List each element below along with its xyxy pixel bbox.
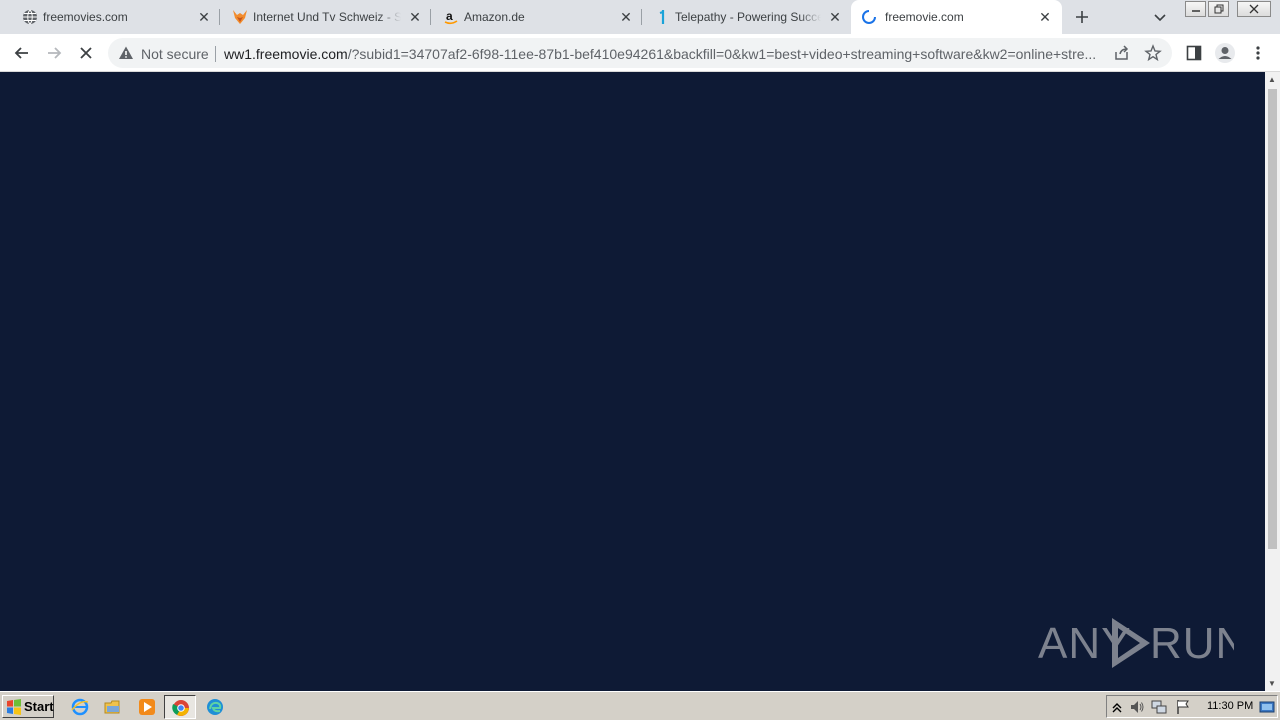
kebab-menu-icon[interactable] <box>1247 42 1269 64</box>
scroll-down-arrow-icon[interactable]: ▼ <box>1268 679 1276 688</box>
tab-title: freemovie.com <box>885 10 964 24</box>
tab-title: Internet Und Tv Schweiz - SlyTrend <box>253 10 401 24</box>
file-explorer-icon[interactable] <box>104 698 122 716</box>
tab-amazon[interactable]: a Amazon.de ✕ <box>421 0 641 34</box>
globe-icon <box>22 9 38 25</box>
media-player-icon[interactable] <box>138 698 156 716</box>
tab-title: Telepathy - Powering Successful <box>675 10 821 24</box>
restore-button[interactable] <box>1208 1 1229 17</box>
url-text[interactable]: ww1.freemovie.com/?subid1=34707af2-6f98-… <box>224 46 1104 62</box>
close-icon[interactable]: ✕ <box>1037 9 1053 25</box>
anyrun-watermark: ANY RUN <box>1038 610 1247 674</box>
omnibox-divider <box>215 46 216 62</box>
side-panel-button[interactable] <box>1183 42 1205 64</box>
windows-taskbar: Start 11:30 PM <box>0 691 1280 720</box>
taskbar-clock[interactable]: 11:30 PM <box>1207 700 1253 712</box>
volume-icon[interactable] <box>1129 699 1145 715</box>
chrome-icon <box>172 699 190 717</box>
browser-toolbar: Not secure ww1.freemovie.com/?subid1=347… <box>0 34 1280 72</box>
tab-search-chevron-icon[interactable] <box>1151 8 1169 26</box>
vertical-scrollbar[interactable]: ▲ ▼ <box>1265 72 1280 691</box>
url-path: /?subid1=34707af2-6f98-11ee-87b1-bef410e… <box>347 46 1097 62</box>
new-tab-button[interactable] <box>1072 7 1092 27</box>
page-content <box>0 72 1265 691</box>
amazon-icon: a <box>443 9 459 25</box>
show-desktop-icon[interactable] <box>1259 699 1275 715</box>
windows-logo-icon <box>6 698 22 715</box>
watermark-text-right: RUN <box>1150 619 1234 668</box>
share-icon[interactable] <box>1113 44 1131 62</box>
svg-text:a: a <box>446 9 453 23</box>
forward-button[interactable] <box>43 42 65 64</box>
address-bar[interactable]: Not secure ww1.freemovie.com/?subid1=347… <box>108 38 1172 68</box>
tab-title: Amazon.de <box>464 10 525 24</box>
action-center-flag-icon[interactable] <box>1175 699 1191 715</box>
url-host: ww1.freemovie.com <box>224 46 348 62</box>
network-icon[interactable] <box>1151 699 1167 715</box>
loading-spinner-icon <box>861 9 877 25</box>
edge-icon[interactable] <box>206 698 224 716</box>
tab-strip: freemovies.com ✕ Internet Und Tv Schweiz… <box>0 0 1280 34</box>
fox-icon <box>232 9 248 25</box>
start-label: Start <box>24 699 54 714</box>
minimize-button[interactable] <box>1185 1 1206 17</box>
security-status-label[interactable]: Not secure <box>141 46 209 62</box>
tab-telepathy[interactable]: Telepathy - Powering Successful ✕ <box>632 0 852 34</box>
show-hidden-icons-icon[interactable] <box>1109 699 1125 715</box>
profile-avatar-icon[interactable] <box>1214 42 1236 64</box>
scroll-up-arrow-icon[interactable]: ▲ <box>1268 75 1276 84</box>
scrollbar-thumb[interactable] <box>1268 89 1277 549</box>
back-button[interactable] <box>11 42 33 64</box>
close-window-button[interactable] <box>1237 1 1271 17</box>
stop-loading-button[interactable] <box>75 42 97 64</box>
tab-title: freemovies.com <box>43 10 128 24</box>
tab-slytrend[interactable]: Internet Und Tv Schweiz - SlyTrend ✕ <box>210 0 430 34</box>
tab-freemovies[interactable]: freemovies.com ✕ <box>0 0 220 34</box>
bookmark-star-icon[interactable] <box>1144 44 1162 62</box>
internet-explorer-icon[interactable] <box>71 698 89 716</box>
telepathy-icon <box>654 9 670 25</box>
start-button[interactable]: Start <box>2 695 54 718</box>
system-tray: 11:30 PM <box>1106 695 1278 718</box>
tab-freemovie-active[interactable]: freemovie.com ✕ <box>851 0 1062 34</box>
close-icon[interactable]: ✕ <box>827 9 843 25</box>
chrome-taskbar-button[interactable] <box>164 695 196 719</box>
warning-triangle-icon[interactable] <box>118 45 134 61</box>
